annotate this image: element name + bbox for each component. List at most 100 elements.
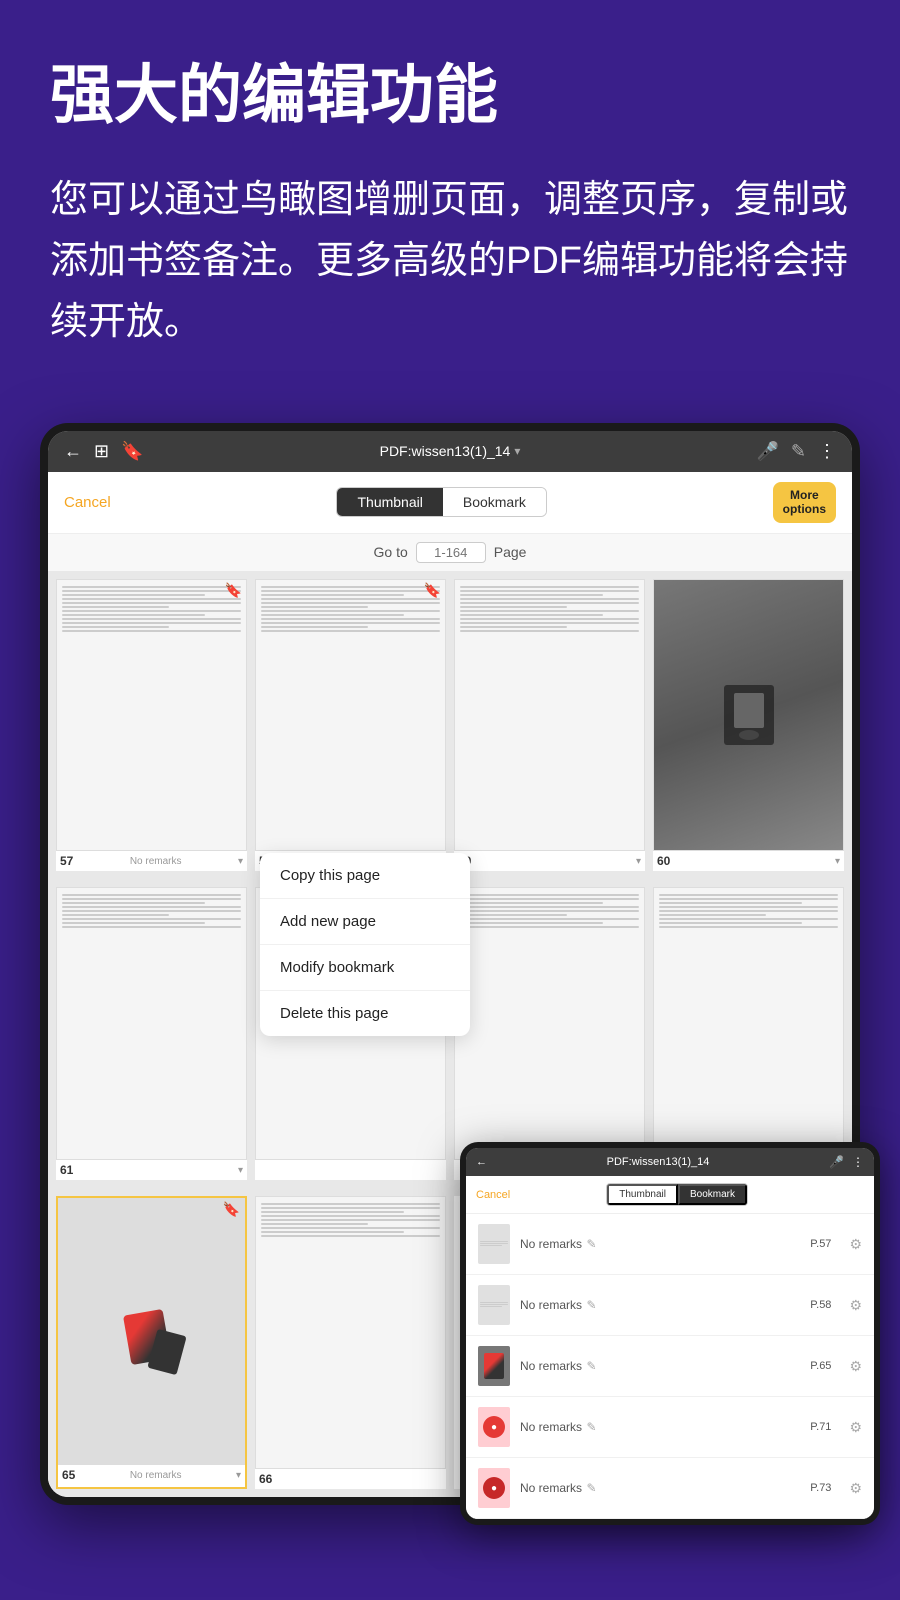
edit-icon-57[interactable]: ✎ <box>586 1237 596 1251</box>
small-more-icon[interactable]: ⋮ <box>852 1155 864 1169</box>
settings-icon-58[interactable]: ⚙ <box>849 1297 862 1314</box>
thumbnail-tab[interactable]: Thumbnail <box>337 488 442 516</box>
chevron-57[interactable]: ▾ <box>238 856 243 867</box>
page-lines-59 <box>455 580 644 640</box>
thumb-label-59: 59 ▾ <box>454 851 645 871</box>
description-text: 您可以通过鸟瞰图增删页面，调整页序，复制或添加书签备注。更多高级的PDF编辑功能… <box>50 170 850 352</box>
edit-icon-65[interactable]: ✎ <box>586 1359 596 1373</box>
thumb-img-65: 🔖 <box>58 1198 245 1465</box>
thumb-img-64 <box>653 887 844 1160</box>
page-lines-64 <box>654 888 843 936</box>
small-thumbnail-tab[interactable]: Thumbnail <box>607 1184 678 1205</box>
small-toolbar-title: PDF:wissen13(1)_14 <box>607 1156 710 1168</box>
thumbnail-grid-row1: 🔖 57 No remarks ▾ <box>48 571 852 880</box>
bookmark-row-65[interactable]: No remarks ✎ P.65 ⚙ <box>466 1336 874 1397</box>
thumb-item-65[interactable]: 🔖 65 No remarks <box>56 1196 247 1489</box>
bookmark-title-58: No remarks <box>520 1298 582 1312</box>
pen-icon[interactable]: ✎ <box>791 441 806 462</box>
device-section: ← ⊞ 🔖 PDF:wissen13(1)_14 ▾ 🎤 ✎ ⋮ <box>0 383 900 1505</box>
bookmark-info-65: No remarks ✎ <box>520 1357 800 1375</box>
bookmark-flag-icon[interactable]: 🔖 <box>121 441 143 462</box>
thumb-item-63[interactable] <box>454 887 645 1180</box>
chevron-65[interactable]: ▾ <box>236 1470 241 1481</box>
small-mic-icon[interactable]: 🎤 <box>829 1155 844 1169</box>
small-back-icon[interactable]: ← <box>476 1156 487 1168</box>
bookmark-57-icon: 🔖 <box>225 582 242 599</box>
page-lines-57 <box>57 580 246 640</box>
bookmark-thumb-73: ● <box>478 1468 510 1508</box>
settings-icon-71[interactable]: ⚙ <box>849 1419 862 1436</box>
more-options-button[interactable]: More options <box>773 482 836 523</box>
bookmark-page-65: P.65 <box>810 1360 831 1372</box>
thumb-item-60[interactable]: 60 ▾ <box>653 579 844 872</box>
bookmark-tab[interactable]: Bookmark <box>443 488 546 516</box>
page-lines-61 <box>57 888 246 936</box>
bookmark-title-73: No remarks <box>520 1481 582 1495</box>
small-cancel-button[interactable]: Cancel <box>476 1189 510 1201</box>
page-num-60: 60 <box>657 854 670 868</box>
settings-icon-65[interactable]: ⚙ <box>849 1358 862 1375</box>
thumb-label-66: 66 <box>255 1469 446 1489</box>
remarks-65: No remarks <box>130 1470 182 1481</box>
bookmark-row-58[interactable]: No remarks ✎ P.58 ⚙ <box>466 1275 874 1336</box>
modify-bookmark-item[interactable]: Modify bookmark <box>260 945 470 991</box>
bookmark-thumb-65 <box>478 1346 510 1386</box>
back-icon[interactable]: ← <box>64 441 82 462</box>
small-bookmark-tab[interactable]: Bookmark <box>678 1184 747 1205</box>
thumb-item-57[interactable]: 🔖 57 No remarks ▾ <box>56 579 247 872</box>
settings-icon-73[interactable]: ⚙ <box>849 1480 862 1497</box>
goto-input[interactable] <box>416 542 486 563</box>
page-lines-58 <box>256 580 445 640</box>
small-tab-group: Thumbnail Bookmark <box>606 1183 748 1206</box>
thumb-item-66[interactable]: 66 <box>255 1196 446 1489</box>
thumb-img-58: 🔖 <box>255 579 446 852</box>
delete-page-item[interactable]: Delete this page <box>260 991 470 1036</box>
thumb-item-58[interactable]: 🔖 58 No remarks ▾ <box>255 579 446 872</box>
thumb-img-66 <box>255 1196 446 1469</box>
thumb-label-61: 61 ▾ <box>56 1160 247 1180</box>
thumb-img-60 <box>653 579 844 852</box>
bookmark-row-57[interactable]: No remarks ✎ P.57 ⚙ <box>466 1214 874 1275</box>
page-num-57: 57 <box>60 854 73 868</box>
bookmark-thumb-71: ● <box>478 1407 510 1447</box>
thumb-label-60: 60 ▾ <box>653 851 844 871</box>
chevron-60[interactable]: ▾ <box>835 856 840 867</box>
bookmark-thumb-57 <box>478 1224 510 1264</box>
bookmark-page-57: P.57 <box>810 1238 831 1250</box>
chevron-icon[interactable]: ▾ <box>514 444 520 458</box>
bookmark-page-73: P.73 <box>810 1482 831 1494</box>
more-icon[interactable]: ⋮ <box>818 441 836 462</box>
grid-icon[interactable]: ⊞ <box>94 441 109 462</box>
thumb-item-61[interactable]: 61 ▾ <box>56 887 247 1180</box>
bookmark-title-65: No remarks <box>520 1359 582 1373</box>
page-lines-63 <box>455 888 644 936</box>
add-page-item[interactable]: Add new page <box>260 899 470 945</box>
bookmark-info-58: No remarks ✎ <box>520 1296 800 1314</box>
mic-icon[interactable]: 🎤 <box>756 441 778 462</box>
thumb-item-59[interactable]: 59 ▾ <box>454 579 645 872</box>
chevron-61[interactable]: ▾ <box>238 1165 243 1176</box>
bookmark-info-57: No remarks ✎ <box>520 1235 800 1253</box>
app-toolbar: ← ⊞ 🔖 PDF:wissen13(1)_14 ▾ 🎤 ✎ ⋮ <box>48 431 852 472</box>
panel-header: Cancel Thumbnail Bookmark More options <box>48 472 852 534</box>
bookmark-58-icon: 🔖 <box>424 582 441 599</box>
page-num-66: 66 <box>259 1472 272 1486</box>
edit-icon-71[interactable]: ✎ <box>586 1420 596 1434</box>
toolbar-right: 🎤 ✎ ⋮ <box>756 441 836 462</box>
goto-label: Go to <box>374 544 408 560</box>
settings-icon-57[interactable]: ⚙ <box>849 1236 862 1253</box>
thumb-label-62 <box>255 1160 446 1166</box>
cancel-button[interactable]: Cancel <box>64 494 111 511</box>
small-tablet-overlay: ← PDF:wissen13(1)_14 🎤 ⋮ Cancel Thumbnai… <box>460 1142 880 1525</box>
edit-icon-58[interactable]: ✎ <box>586 1298 596 1312</box>
toolbar-left: ← ⊞ 🔖 <box>64 441 144 462</box>
chevron-59[interactable]: ▾ <box>636 856 641 867</box>
thumb-img-61 <box>56 887 247 1160</box>
bookmark-row-73[interactable]: ● No remarks ✎ P.73 ⚙ <box>466 1458 874 1519</box>
bookmark-row-71[interactable]: ● No remarks ✎ P.71 ⚙ <box>466 1397 874 1458</box>
small-panel-header: Cancel Thumbnail Bookmark <box>466 1176 874 1214</box>
bookmark-title-57: No remarks <box>520 1237 582 1251</box>
copy-page-item[interactable]: Copy this page <box>260 853 470 899</box>
edit-icon-73[interactable]: ✎ <box>586 1481 596 1495</box>
thumb-item-64[interactable] <box>653 887 844 1180</box>
